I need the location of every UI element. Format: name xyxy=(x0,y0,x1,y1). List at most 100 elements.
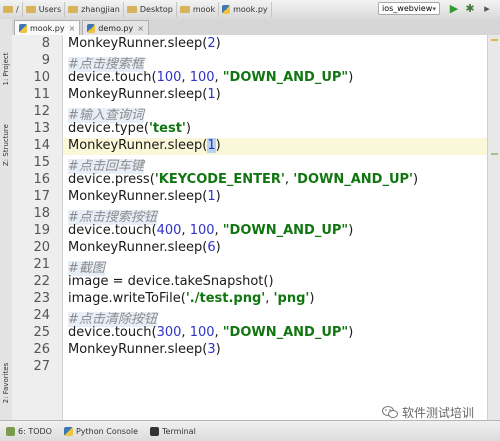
code-text: device.press('KEYCODE_ENTER', 'DOWN_AND_… xyxy=(68,172,419,187)
line-number: 12 xyxy=(33,104,50,119)
debug-icon[interactable]: ✱ xyxy=(463,2,477,16)
code-number: 1 xyxy=(207,87,216,102)
code-string: "DOWN_AND_UP" xyxy=(222,70,349,85)
folder-icon xyxy=(126,6,137,13)
code-string: './test.png' xyxy=(185,291,266,306)
code-line[interactable]: 15 #点击回车键 xyxy=(12,155,487,174)
code-number: 300 xyxy=(156,325,182,340)
breadcrumb-desktop[interactable]: Desktop xyxy=(124,2,177,17)
line-number: 18 xyxy=(33,206,50,221)
favorites-tool-tab[interactable]: 2: Favorites xyxy=(0,357,12,409)
python-console-icon xyxy=(63,426,73,436)
python-file-icon xyxy=(19,23,27,33)
line-number: 8 xyxy=(41,36,50,51)
code-number: 100 xyxy=(156,70,182,85)
folder-icon xyxy=(68,6,79,13)
code-line[interactable]: 12 #输入查询词 xyxy=(12,104,487,123)
terminal-tool-button[interactable]: Terminal xyxy=(144,426,202,436)
code-text: image = device.takeSnapshot() xyxy=(68,274,274,289)
code-text: MonkeyRunner.sleep(2) xyxy=(68,36,221,51)
breadcrumb-root[interactable]: / xyxy=(0,2,23,17)
code-number: 400 xyxy=(156,223,182,238)
run-icon[interactable]: ▶ xyxy=(447,2,461,16)
folder-icon xyxy=(25,6,36,13)
structure-tool-tab[interactable]: Z: Structure xyxy=(0,119,12,171)
line-number: 10 xyxy=(33,70,50,85)
code-string: "DOWN_AND_UP" xyxy=(222,325,349,340)
warning-marker xyxy=(491,39,498,41)
code-number: 100 xyxy=(189,325,215,340)
code-line[interactable]: 23 image.writeToFile('./test.png', 'png') xyxy=(12,291,487,308)
line-number: 23 xyxy=(33,291,50,306)
line-number: 13 xyxy=(33,121,50,136)
change-marker xyxy=(491,153,498,155)
more-icon[interactable]: ▸ xyxy=(480,2,494,16)
code-line[interactable]: 26 MonkeyRunner.sleep(3) xyxy=(12,342,487,359)
code-line[interactable]: 22 image = device.takeSnapshot() xyxy=(12,274,487,291)
code-string: 'test' xyxy=(148,121,186,136)
code-line[interactable]: 10 device.touch(100, 100, "DOWN_AND_UP") xyxy=(12,70,487,87)
code-string: 'png' xyxy=(273,291,310,306)
code-line[interactable]: 27 xyxy=(12,359,487,376)
code-line[interactable]: 20 MonkeyRunner.sleep(6) xyxy=(12,240,487,257)
code-line[interactable]: 13 device.type('test') xyxy=(12,121,487,138)
editor-scrollbar[interactable] xyxy=(487,35,500,420)
code-line[interactable]: 19 device.touch(400, 100, "DOWN_AND_UP") xyxy=(12,223,487,240)
code-number: 6 xyxy=(207,240,216,255)
code-line[interactable]: 9 #点击搜索框 xyxy=(12,53,487,72)
line-number: 19 xyxy=(33,223,50,238)
code-number: 3 xyxy=(207,342,216,357)
breadcrumb-users[interactable]: Users xyxy=(23,2,66,17)
line-number: 22 xyxy=(33,274,50,289)
code-number: 100 xyxy=(189,223,215,238)
terminal-icon xyxy=(150,426,159,436)
close-icon[interactable]: × xyxy=(69,24,76,33)
code-number: 2 xyxy=(207,36,216,51)
close-icon[interactable]: × xyxy=(137,24,144,33)
todo-tool-button[interactable]: 6: TODO xyxy=(0,426,58,436)
line-number: 16 xyxy=(33,172,50,187)
run-configuration-select[interactable]: ios_webview ▾ xyxy=(378,2,440,15)
code-line[interactable]: 21 #截图 xyxy=(12,257,487,276)
code-line[interactable]: 17 MonkeyRunner.sleep(1) xyxy=(12,189,487,206)
code-number: 100 xyxy=(189,70,215,85)
breadcrumb-file[interactable]: mook.py xyxy=(219,2,272,17)
code-text: device.touch(100, 100, "DOWN_AND_UP") xyxy=(68,70,354,85)
wechat-icon xyxy=(382,406,398,418)
chevron-down-icon: ▾ xyxy=(432,5,436,13)
code-line[interactable]: 14 MonkeyRunner.sleep(1) xyxy=(12,138,487,155)
line-number: 27 xyxy=(33,359,50,374)
code-string: 'KEYCODE_ENTER' xyxy=(154,172,285,187)
line-number: 26 xyxy=(33,342,50,357)
code-text: device.touch(300, 100, "DOWN_AND_UP") xyxy=(68,325,354,340)
tool-window-bar: 6: TODO Python Console Terminal xyxy=(0,420,500,441)
code-number: 1 xyxy=(207,189,216,204)
line-number: 25 xyxy=(33,325,50,340)
line-number: 20 xyxy=(33,240,50,255)
code-line[interactable]: 8 MonkeyRunner.sleep(2) xyxy=(12,36,487,53)
python-console-tool-button[interactable]: Python Console xyxy=(58,426,144,436)
code-string: "DOWN_AND_UP" xyxy=(222,223,349,238)
code-line[interactable]: 25 device.touch(300, 100, "DOWN_AND_UP") xyxy=(12,325,487,342)
code-text: MonkeyRunner.sleep(6) xyxy=(68,240,221,255)
line-number: 11 xyxy=(33,87,50,102)
todo-icon xyxy=(6,426,15,436)
code-line[interactable]: 24 #点击清除按钮 xyxy=(12,308,487,327)
folder-icon xyxy=(179,6,190,13)
breadcrumb-zhangjian[interactable]: zhangjian xyxy=(65,2,124,17)
line-number: 17 xyxy=(33,189,50,204)
code-text: MonkeyRunner.sleep(1) xyxy=(68,189,221,204)
code-line[interactable]: 11 MonkeyRunner.sleep(1) xyxy=(12,87,487,104)
code-string: 'DOWN_AND_UP' xyxy=(293,172,414,187)
project-tool-tab[interactable]: 1: Project xyxy=(0,43,12,95)
breadcrumb-mook[interactable]: mook xyxy=(177,2,220,17)
line-number: 14 xyxy=(33,138,50,153)
code-text: MonkeyRunner.sleep(1) xyxy=(68,138,221,153)
python-file-icon xyxy=(222,5,231,14)
code-line[interactable]: 16 device.press('KEYCODE_ENTER', 'DOWN_AN… xyxy=(12,172,487,189)
tab-mook-py[interactable]: mook.py × xyxy=(14,20,81,35)
line-number: 15 xyxy=(33,155,50,170)
code-line[interactable]: 18 #点击搜索按钮 xyxy=(12,206,487,225)
tab-demo-py[interactable]: demo.py × xyxy=(82,20,149,35)
code-text: image.writeToFile('./test.png', 'png') xyxy=(68,291,315,306)
